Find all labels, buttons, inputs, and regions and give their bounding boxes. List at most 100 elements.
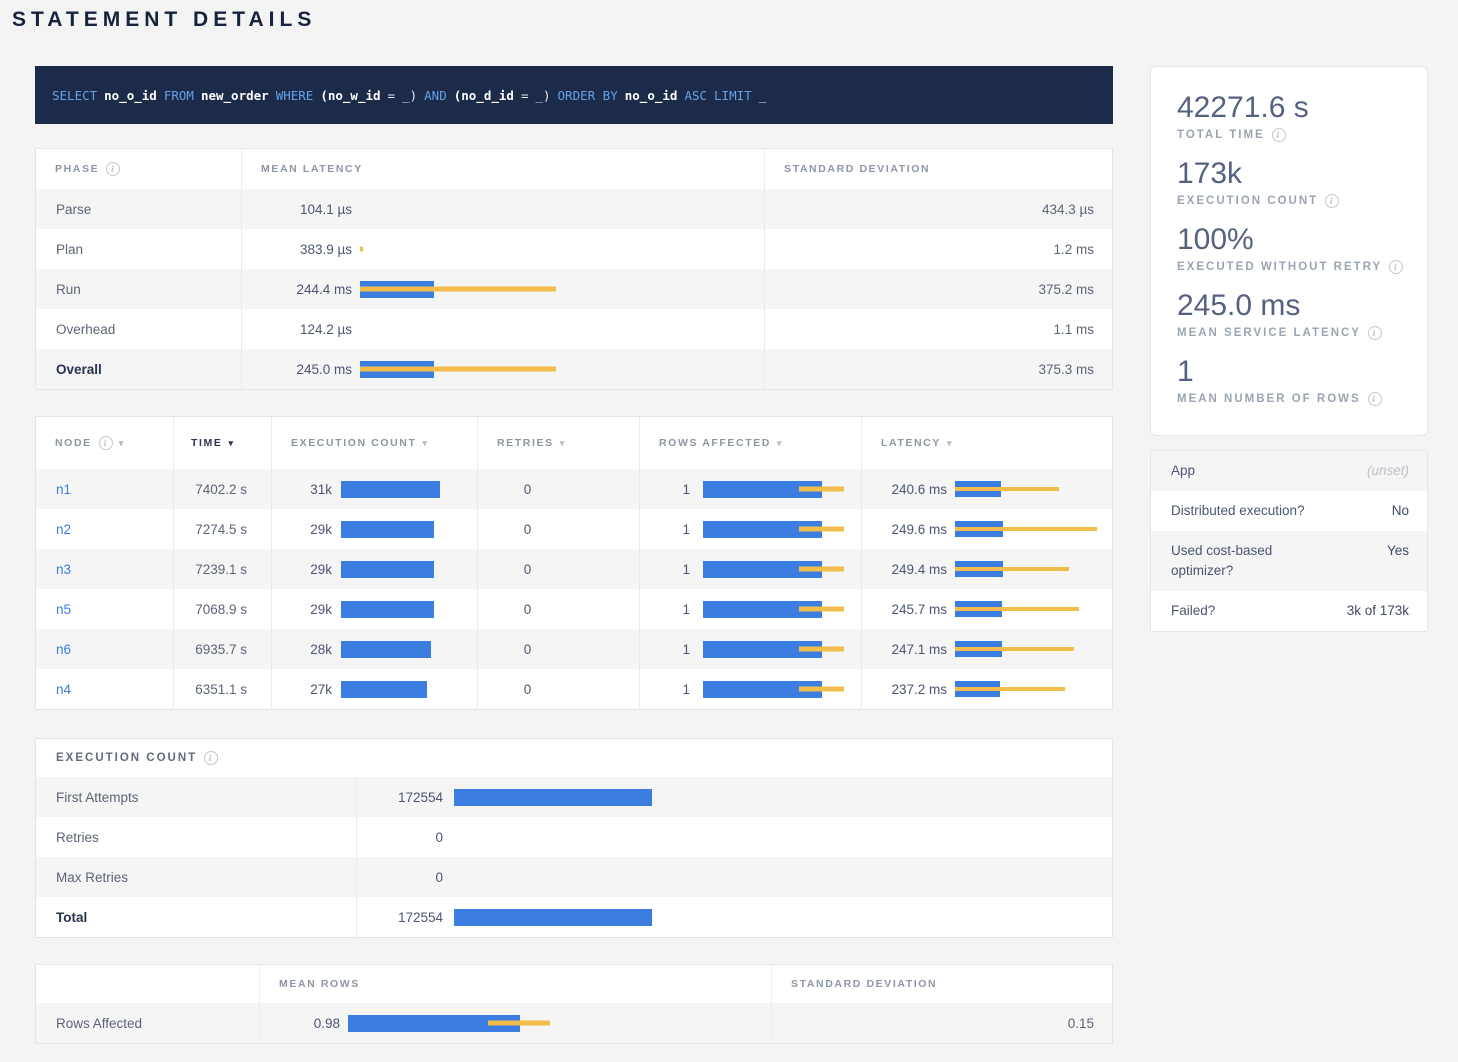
time-value: 7274.5 s — [195, 522, 247, 537]
count-bar — [341, 561, 434, 578]
latency-value: 247.1 ms — [862, 642, 947, 657]
node-link[interactable]: n3 — [56, 562, 71, 577]
rows-affected-table-body: Rows Affected 0.98 0.15 — [36, 1003, 1112, 1043]
execution-count-value: 27k — [276, 682, 332, 697]
mean-rows-bar-chart — [348, 1015, 771, 1032]
stat-label: EXECUTED WITHOUT RETRY — [1177, 261, 1382, 273]
sql-token: SELECT — [52, 88, 97, 103]
info-icon[interactable]: i — [1325, 194, 1339, 208]
time-value: 6935.7 s — [195, 642, 247, 657]
execution-count-bar-chart — [341, 561, 477, 578]
rows-affected-value: 1 — [640, 522, 690, 537]
phase-table-row: Plan 383.9 µs 1.2 ms — [36, 229, 1112, 269]
sort-arrow-icon[interactable]: ▾ — [560, 438, 566, 449]
execution-count-column-header[interactable]: EXECUTION COUNT ▾ — [271, 417, 477, 469]
sql-token: no_o_id — [625, 88, 678, 103]
attribute-row: Used cost-based optimizer? Yes — [1151, 531, 1427, 591]
sql-token: (no_d_id — [454, 88, 514, 103]
standard-deviation-value: 375.3 ms — [1038, 362, 1094, 377]
rows-affected-row-label: Rows Affected — [56, 1016, 142, 1031]
sql-token: WHERE — [276, 88, 314, 103]
sort-arrow-icon[interactable]: ▾ — [228, 438, 234, 449]
stddev-bar — [955, 647, 1074, 651]
sql-token: ORDER BY — [558, 88, 618, 103]
standard-deviation-value: 1.1 ms — [1053, 322, 1094, 337]
standard-deviation-value: 434.3 µs — [1042, 202, 1094, 217]
standard-deviation-value: 1.2 ms — [1053, 242, 1094, 257]
phase-label: Overhead — [56, 322, 115, 337]
info-icon[interactable]: i — [1272, 128, 1286, 142]
count-bar — [454, 909, 652, 926]
node-column-header[interactable]: NODE i ▾ — [36, 417, 173, 469]
standard-deviation-column-header: STANDARD DEVIATION — [771, 965, 1114, 1003]
sql-token: LIMIT — [714, 88, 752, 103]
sort-arrow-icon[interactable]: ▾ — [947, 438, 953, 449]
stddev-bar — [955, 527, 1097, 531]
count-bar — [454, 789, 652, 806]
latency-bar-chart — [955, 521, 1114, 537]
stat-label: MEAN NUMBER OF ROWS — [1177, 393, 1361, 405]
sort-arrow-icon[interactable]: ▾ — [119, 438, 125, 449]
node-link[interactable]: n4 — [56, 682, 71, 697]
node-link[interactable]: n1 — [56, 482, 71, 497]
info-icon[interactable]: i — [1368, 326, 1382, 340]
node-link[interactable]: n6 — [56, 642, 71, 657]
retries-value: 0 — [524, 562, 532, 577]
rows-affected-column-header[interactable]: ROWS AFFECTED ▾ — [639, 417, 861, 469]
summary-stat: 173k EXECUTION COUNT i — [1177, 157, 1427, 208]
latency-column-header[interactable]: LATENCY ▾ — [861, 417, 1114, 469]
execution-count-row: First Attempts 172554 — [36, 777, 1112, 817]
sql-token: _) — [402, 88, 417, 103]
rows-affected-bar-chart — [703, 681, 861, 698]
execution-count-value: 29k — [276, 602, 332, 617]
node-table-body: n1 7402.2 s 31k 0 1 — [36, 469, 1112, 709]
sql-token: AND — [424, 88, 447, 103]
execution-count-bar-chart — [341, 481, 477, 498]
statement-attributes-card: App (unset) Distributed execution? No Us… — [1150, 450, 1428, 632]
rows-affected-value: 1 — [640, 602, 690, 617]
execution-count-bar-chart — [454, 869, 1114, 886]
latency-value: 245.7 ms — [862, 602, 947, 617]
stat-label: EXECUTION COUNT — [1177, 195, 1318, 207]
time-column-header[interactable]: TIME ▾ — [173, 417, 271, 469]
mean-latency-value: 244.4 ms — [262, 282, 352, 297]
time-value: 7239.1 s — [195, 562, 247, 577]
rows-affected-value: 1 — [640, 642, 690, 657]
count-bar — [341, 601, 434, 618]
stddev-bar — [360, 367, 556, 372]
standard-deviation-column-header: STANDARD DEVIATION — [764, 149, 1114, 189]
stddev-bar — [955, 487, 1059, 491]
info-icon[interactable]: i — [204, 751, 218, 765]
latency-bar-chart — [955, 481, 1114, 497]
stat-value: 245.0 ms — [1177, 289, 1427, 323]
attribute-value: Yes — [1334, 541, 1427, 581]
stddev-bar — [799, 687, 844, 692]
execution-count-row: Total 172554 — [36, 897, 1112, 937]
latency-value: 237.2 ms — [862, 682, 947, 697]
execution-count-bar-chart — [454, 909, 1114, 926]
stat-value: 100% — [1177, 223, 1427, 257]
info-icon[interactable]: i — [106, 162, 120, 176]
phase-label: Overall — [56, 362, 102, 377]
rows-affected-row: Rows Affected 0.98 0.15 — [36, 1003, 1112, 1043]
rows-affected-bar-chart — [703, 601, 861, 618]
rows-affected-table: MEAN ROWS STANDARD DEVIATION Rows Affect… — [35, 964, 1113, 1044]
stddev-bar — [955, 607, 1079, 611]
mean-latency-value: 245.0 ms — [262, 362, 352, 377]
rows-affected-table-header: MEAN ROWS STANDARD DEVIATION — [36, 965, 1112, 1003]
sql-token: = — [521, 88, 529, 103]
info-icon[interactable]: i — [99, 436, 113, 450]
node-link[interactable]: n2 — [56, 522, 71, 537]
info-icon[interactable]: i — [1368, 392, 1382, 406]
node-table-row: n6 6935.7 s 28k 0 1 — [36, 629, 1112, 669]
retries-column-header[interactable]: RETRIES ▾ — [477, 417, 639, 469]
execution-count-row-value: 172554 — [357, 790, 443, 805]
stddev-bar — [360, 247, 363, 252]
sort-arrow-icon[interactable]: ▾ — [423, 438, 429, 449]
sort-arrow-icon[interactable]: ▾ — [777, 438, 783, 449]
info-icon[interactable]: i — [1389, 260, 1403, 274]
sql-token: (no_w_id — [320, 88, 380, 103]
rows-affected-bar-chart — [703, 521, 861, 538]
node-link[interactable]: n5 — [56, 602, 71, 617]
node-table-row: n1 7402.2 s 31k 0 1 — [36, 469, 1112, 509]
